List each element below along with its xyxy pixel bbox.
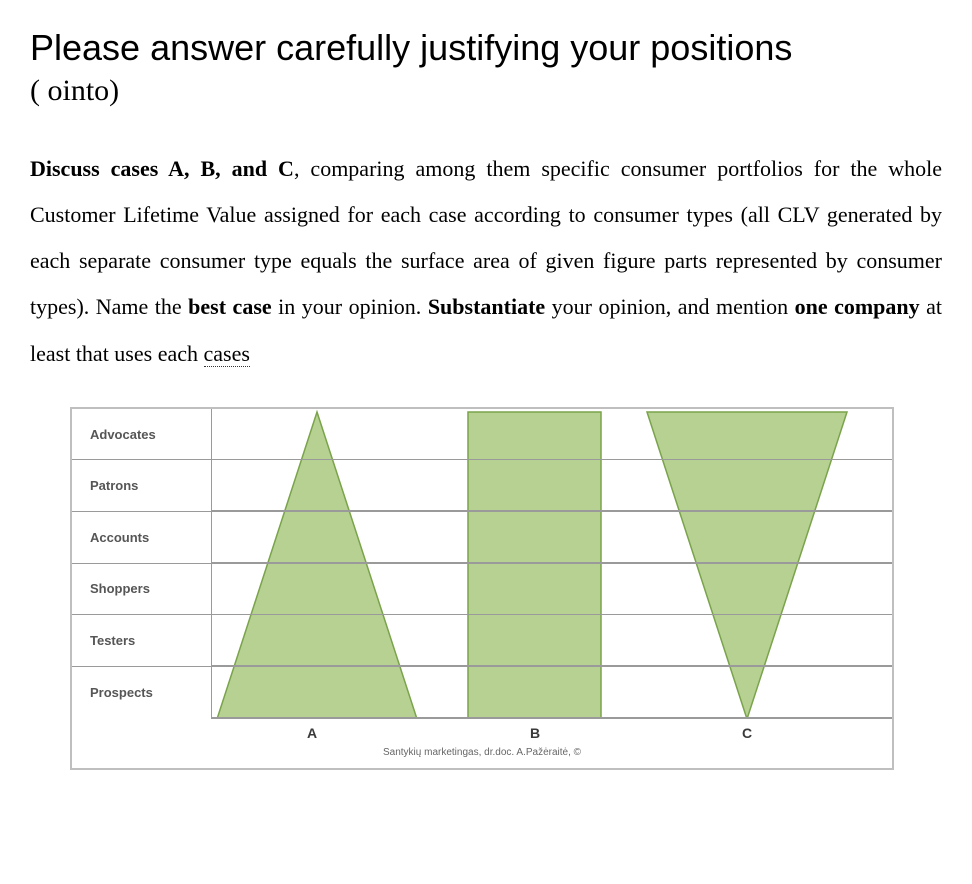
row-label: Accounts	[72, 512, 212, 564]
row-testers: Testers	[72, 615, 892, 667]
column-labels: A B C	[72, 719, 892, 747]
row-label: Prospects	[72, 667, 212, 719]
row-label: Patrons	[72, 460, 212, 512]
instr-bold-3: Substantiate	[428, 294, 545, 319]
row-label: Shoppers	[72, 564, 212, 616]
col-label-c: C	[742, 725, 752, 741]
row-prospects: Prospects	[72, 667, 892, 719]
row-accounts: Accounts	[72, 512, 892, 564]
question-header: Please answer carefully justifying your …	[30, 25, 942, 72]
col-label-b: B	[530, 725, 540, 741]
row-label: Advocates	[72, 409, 212, 461]
col-label-a: A	[307, 725, 317, 741]
row-advocates: Advocates	[72, 409, 892, 461]
instr-bold-2: best case	[188, 294, 271, 319]
header-fragment: ( ointo)	[30, 76, 942, 106]
chart-attribution: Santykių marketingas, dr.doc. A.Pažėrait…	[72, 747, 892, 768]
instr-underline: cases	[204, 341, 250, 367]
instr-text-3: your opinion, and mention	[545, 294, 794, 319]
instr-bold-1: Discuss cases A, B, and C	[30, 156, 294, 181]
instr-bold-4: one company	[795, 294, 920, 319]
instr-text-2: in your opinion.	[272, 294, 428, 319]
chart-area: Advocates Patrons Accounts Shoppers Test…	[72, 409, 892, 719]
row-patrons: Patrons	[72, 460, 892, 512]
instruction-text: Discuss cases A, B, and C, comparing amo…	[30, 146, 942, 377]
row-label: Testers	[72, 615, 212, 667]
row-shoppers: Shoppers	[72, 564, 892, 616]
figure-container: Advocates Patrons Accounts Shoppers Test…	[70, 407, 894, 770]
